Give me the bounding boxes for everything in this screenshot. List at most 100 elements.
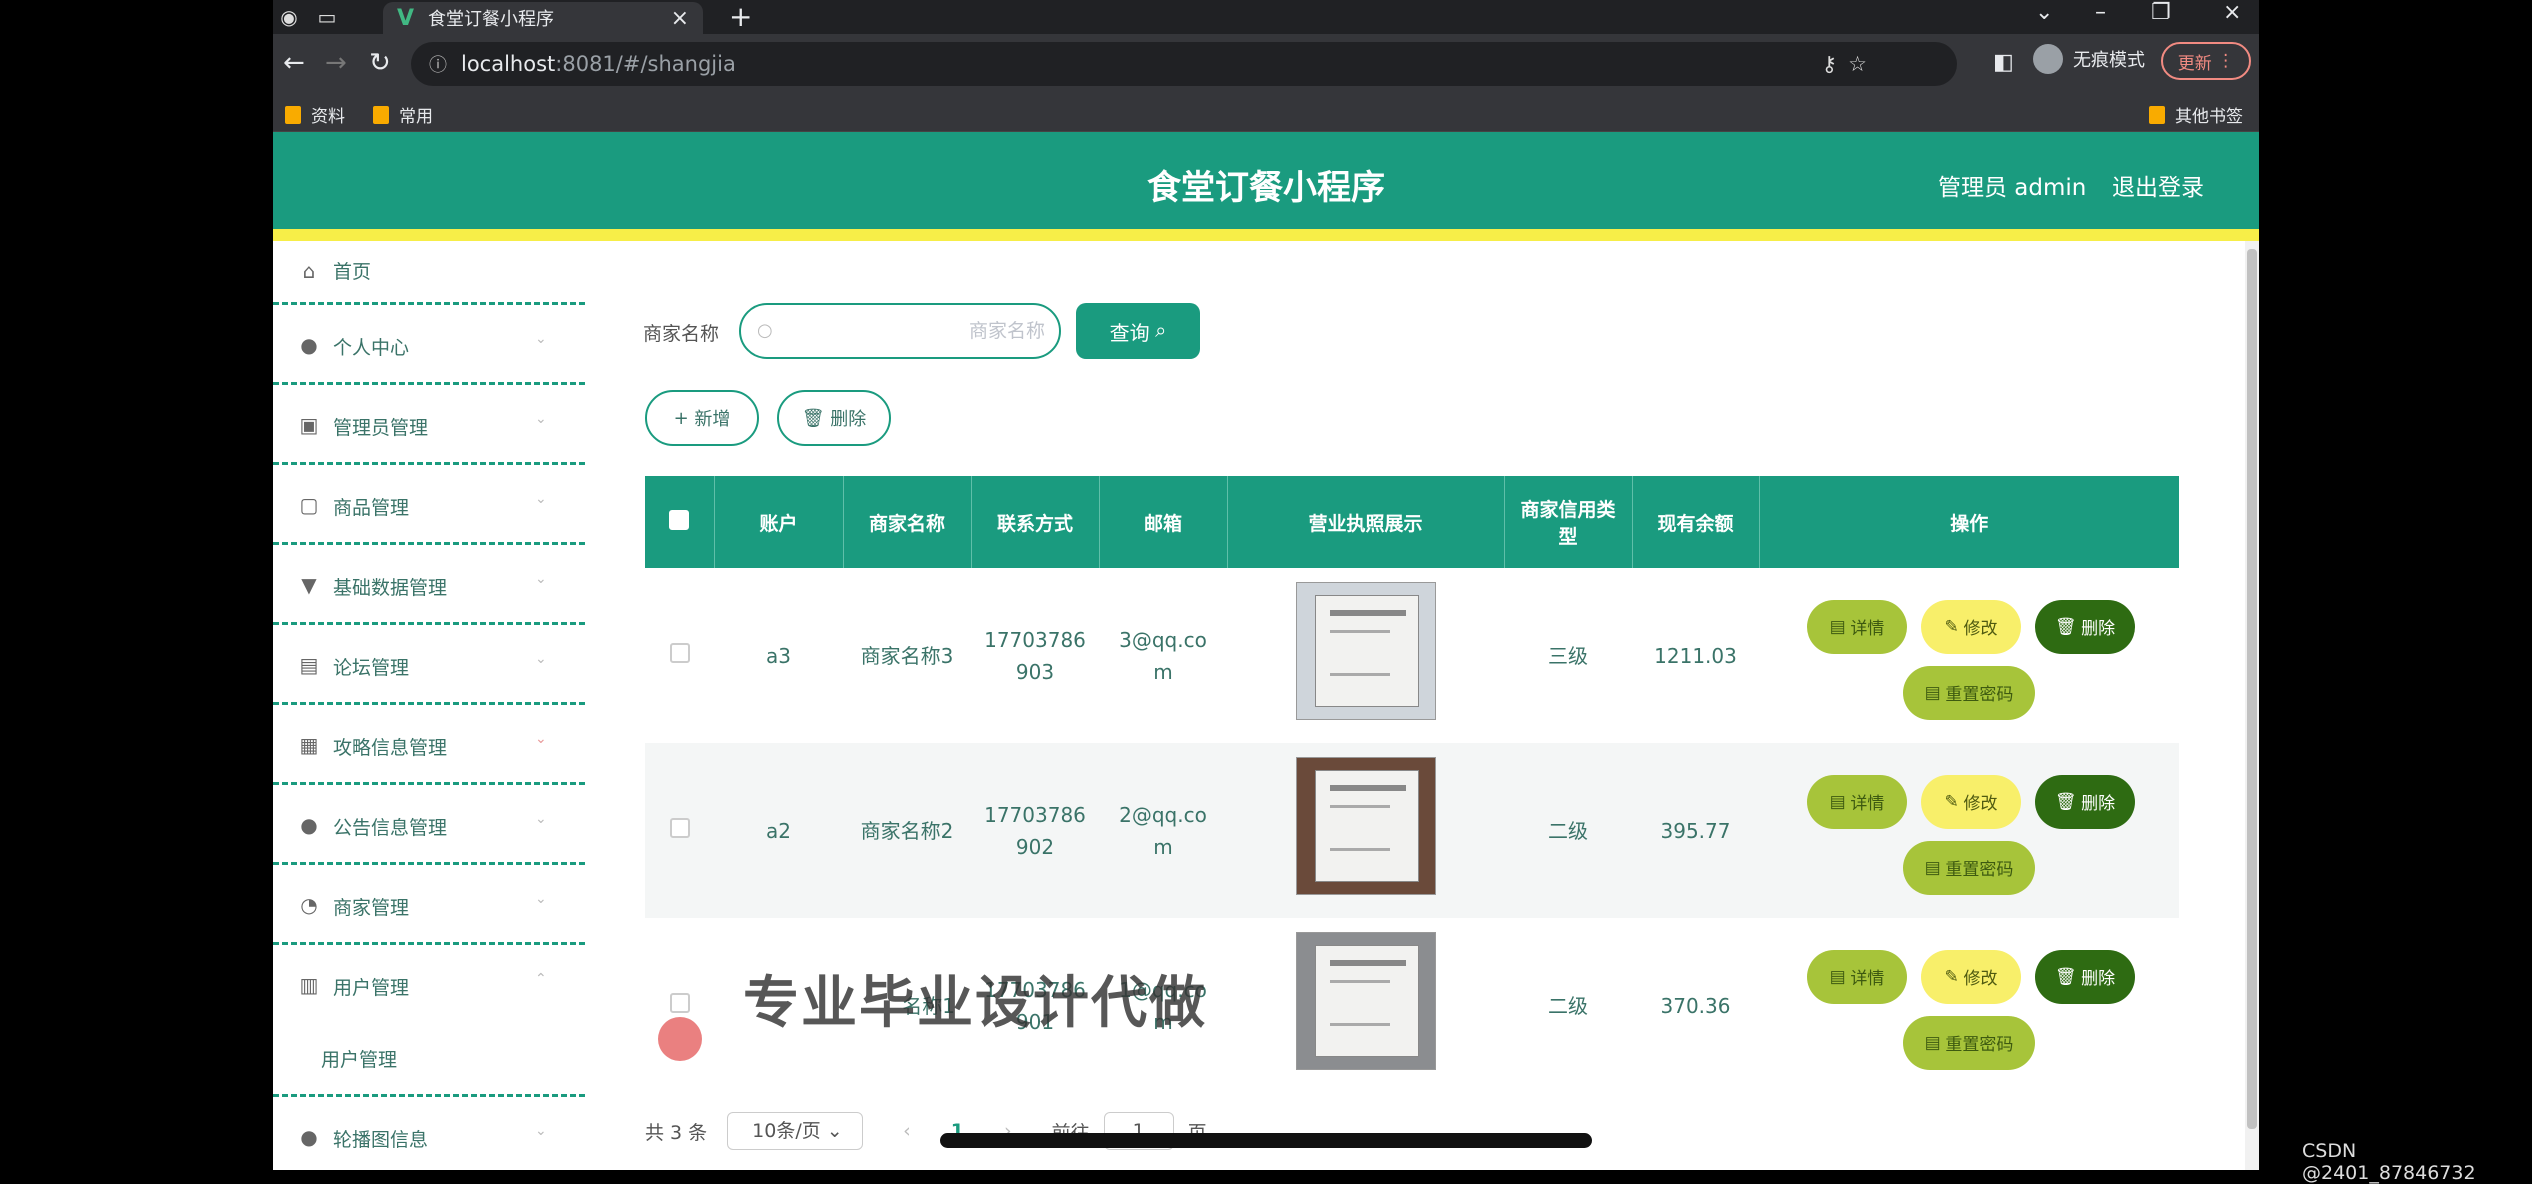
add-button[interactable]: + 新增 [645, 390, 759, 446]
close-window-button[interactable]: × [2223, 0, 2241, 25]
other-bookmarks-label: 其他书签 [2175, 107, 2243, 127]
prev-page-button[interactable]: ‹ [903, 1120, 911, 1142]
reset-password-button[interactable]: ▤ 重置密码 [1903, 1015, 2035, 1070]
detail-label: 详情 [1850, 969, 1885, 988]
update-button[interactable]: 更新 ⋮ [2161, 42, 2251, 80]
license-image[interactable] [1295, 582, 1436, 720]
edit-label: 修改 [1963, 619, 1998, 638]
back-button[interactable]: ← [283, 48, 305, 78]
key-icon[interactable]: ⚷ [1822, 52, 1837, 76]
delete-button[interactable]: 🗑︎ 删除 [2035, 774, 2135, 829]
sidebar-item-guides[interactable]: ▦ 攻略信息管理 ⌄ [273, 705, 585, 785]
balance-cell: 1211.03 [1654, 643, 1737, 668]
search-box[interactable]: ○ [739, 303, 1061, 359]
detail-button[interactable]: ▤ 详情 [1807, 774, 1907, 829]
admin-label: 管理员 admin [1938, 175, 2087, 201]
sidebar-item-users[interactable]: ▥ 用户管理 ⌃ 用户管理 [273, 945, 585, 1097]
sidebar-item-carousel[interactable]: ● 轮播图信息 ⌄ [273, 1097, 585, 1170]
row-checkbox[interactable] [669, 992, 690, 1013]
reset-password-button[interactable]: ▤ 重置密码 [1903, 840, 2035, 895]
detail-button[interactable]: ▤ 详情 [1807, 949, 1907, 1004]
minimize-button[interactable]: – [2095, 0, 2106, 25]
sidebar-item-products[interactable]: ▢ 商品管理 ⌄ [273, 465, 585, 545]
address-bar[interactable]: ⓘ localhost:8081/#/shangjia ⚷ ☆ [411, 42, 1957, 86]
sidebar-item-label: 轮播图信息 [333, 1129, 429, 1151]
reset-label: 重置密码 [1945, 1035, 2014, 1054]
col-header: 邮箱 [1099, 476, 1228, 568]
page-size-select[interactable]: 10条/页 ⌄ [727, 1112, 864, 1150]
col-header: 营业执照展示 [1227, 476, 1505, 568]
edit-button[interactable]: ✎ 修改 [1921, 949, 2021, 1004]
tab-title: 食堂订餐小程序 [428, 9, 555, 30]
edit-button[interactable]: ✎ 修改 [1921, 774, 2021, 829]
select-all-checkbox[interactable] [669, 509, 690, 530]
sidebar-item-forum[interactable]: ▤ 论坛管理 ⌄ [273, 625, 585, 705]
license-paper [1314, 945, 1419, 1057]
phone-line-1: 17703786 [984, 627, 1086, 652]
incognito-label: 无痕模式 [2073, 50, 2145, 71]
sidebar: ⌂ 首页 ● 个人中心 ⌄ ▣ 管理员管理 ⌄ ▢ 商品管理 ⌄ ▼ 基础数据管… [273, 241, 585, 1170]
license-cell [1227, 918, 1504, 1093]
edit-button[interactable]: ✎ 修改 [1921, 599, 2021, 654]
forward-button[interactable]: → [325, 48, 347, 78]
plus-icon: + [673, 407, 689, 429]
vue-logo-icon: V [397, 5, 415, 31]
license-image[interactable] [1295, 757, 1436, 895]
sidebar-item-profile[interactable]: ● 个人中心 ⌄ [273, 305, 585, 385]
sidebar-subitem-users[interactable]: 用户管理 [321, 1045, 397, 1072]
bookmark-folder-2[interactable]: 常用 [373, 102, 433, 127]
new-tab-button[interactable]: + [729, 0, 752, 33]
tab-active[interactable]: V 食堂订餐小程序 × [383, 2, 703, 34]
reload-button[interactable]: ↻ [369, 48, 391, 78]
page-size-value: 10条/页 [752, 1120, 821, 1142]
globe-icon[interactable]: ◉ [273, 2, 305, 32]
scrollbar-thumb[interactable] [2247, 249, 2257, 1129]
table-header: 账户 商家名称 联系方式 邮箱 营业执照展示 商家信用类型 现有余额 操作 [645, 476, 2179, 568]
sidebar-item-label: 个人中心 [333, 337, 410, 359]
sidebar-item-label: 基础数据管理 [333, 577, 448, 599]
email-line-2: m [1153, 659, 1173, 684]
delete-button[interactable]: 🗑︎ 删除 [2035, 949, 2135, 1004]
chevron-down-icon: ⌄ [535, 491, 547, 507]
incognito-indicator[interactable]: 无痕模式 [2033, 44, 2145, 74]
scrollbar[interactable] [2245, 241, 2259, 1170]
other-bookmarks[interactable]: 其他书签 [2149, 102, 2243, 127]
tab-search-icon[interactable]: ⌄ [2035, 0, 2053, 25]
row-checkbox[interactable] [669, 642, 690, 663]
row-checkbox[interactable] [669, 817, 690, 838]
license-cell [1227, 568, 1504, 743]
site-info-icon[interactable]: ⓘ [429, 51, 447, 77]
user-icon: ● [300, 1125, 318, 1149]
balance-cell: 395.77 [1632, 743, 1759, 918]
detail-button[interactable]: ▤ 详情 [1807, 599, 1907, 654]
logout-link[interactable]: 退出登录 [2112, 168, 2204, 202]
select-all-cell[interactable] [645, 476, 715, 568]
sidebar-item-home[interactable]: ⌂ 首页 [273, 241, 585, 305]
bookmark-label: 常用 [399, 107, 433, 127]
tab-strip-icon[interactable]: ▭ [311, 2, 343, 32]
detail-label: 详情 [1850, 619, 1885, 638]
bookmark-star-icon[interactable]: ☆ [1848, 52, 1867, 76]
license-image[interactable] [1295, 932, 1436, 1070]
batch-delete-button[interactable]: 🗑︎ 删除 [777, 390, 891, 446]
bookmark-folder-1[interactable]: 资料 [285, 102, 345, 127]
total-count: 共 3 条 [645, 1121, 708, 1144]
restore-button[interactable]: ❐ [2151, 0, 2171, 25]
delete-button[interactable]: 🗑︎ 删除 [2035, 599, 2135, 654]
search-input[interactable] [781, 317, 1045, 347]
touch-cursor-icon [658, 1017, 702, 1061]
sidepanel-icon[interactable]: ◧ [1993, 50, 2014, 75]
credit-watermark: CSDN @2401_87846732 [2302, 1140, 2476, 1184]
sidebar-item-admins[interactable]: ▣ 管理员管理 ⌄ [273, 385, 585, 465]
bookmarks-bar: 资料 常用 其他书签 [273, 94, 2259, 132]
close-tab-icon[interactable]: × [671, 6, 689, 31]
table-row: a2 商家名称2 17703786 902 2@qq.co m 二级 395.77 … [645, 743, 2179, 918]
folder-icon [373, 105, 389, 124]
phone-cell: 17703786 902 [971, 743, 1099, 918]
sidebar-item-notices[interactable]: ● 公告信息管理 ⌄ [273, 785, 585, 865]
sidebar-item-label: 用户管理 [333, 977, 410, 999]
query-button[interactable]: 查询 ⌕ [1076, 303, 1200, 359]
sidebar-item-merchants[interactable]: ◔ 商家管理 ⌄ [273, 865, 585, 945]
reset-password-button[interactable]: ▤ 重置密码 [1903, 665, 2035, 720]
sidebar-item-basedata[interactable]: ▼ 基础数据管理 ⌄ [273, 545, 585, 625]
